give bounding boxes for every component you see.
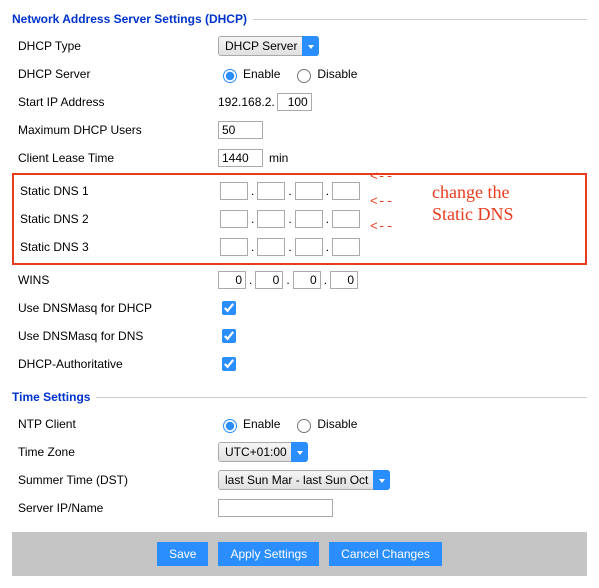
wins-octet-2[interactable] — [255, 271, 283, 289]
lease-input[interactable] — [218, 149, 263, 167]
max-users-input[interactable] — [218, 121, 263, 139]
dns1-octet-4[interactable] — [332, 182, 360, 200]
dns2-octet-3[interactable] — [295, 210, 323, 228]
server-ip-input[interactable] — [218, 499, 333, 517]
dhcp-auth-label: DHCP-Authoritative — [12, 357, 218, 371]
dnsmasq-dhcp-checkbox[interactable] — [222, 301, 236, 315]
dns2-octet-2[interactable] — [257, 210, 285, 228]
lease-unit: min — [269, 151, 288, 165]
tz-select[interactable]: UTC+01:00 — [218, 442, 308, 462]
annotation-arrow-2: <-- — [370, 194, 393, 209]
time-section-title: Time Settings — [12, 390, 90, 404]
wins-octet-4[interactable] — [330, 271, 358, 289]
dns3-octet-4[interactable] — [332, 238, 360, 256]
cancel-changes-button[interactable]: Cancel Changes — [329, 542, 442, 566]
ntp-enable-radio[interactable] — [223, 419, 237, 433]
ntp-disable-radio[interactable] — [297, 419, 311, 433]
save-button[interactable]: Save — [157, 542, 208, 566]
dhcp-server-disable-radio[interactable] — [297, 69, 311, 83]
start-ip-label: Start IP Address — [12, 95, 218, 109]
dnsmasq-dhcp-label: Use DNSMasq for DHCP — [12, 301, 218, 315]
dnsmasq-dns-label: Use DNSMasq for DNS — [12, 329, 218, 343]
dhcp-type-select[interactable]: DHCP Server — [218, 36, 319, 56]
wins-label: WINS — [12, 273, 218, 287]
dst-select[interactable]: last Sun Mar - last Sun Oct — [218, 470, 390, 490]
dns1-octet-2[interactable] — [257, 182, 285, 200]
dns3-octet-3[interactable] — [295, 238, 323, 256]
dns1-label: Static DNS 1 — [14, 184, 220, 198]
max-users-label: Maximum DHCP Users — [12, 123, 218, 137]
tz-label: Time Zone — [12, 445, 218, 459]
dhcp-type-label: DHCP Type — [12, 39, 218, 53]
lease-label: Client Lease Time — [12, 151, 218, 165]
dhcp-server-label: DHCP Server — [12, 67, 218, 81]
annotation-arrow-3: <-- — [370, 219, 393, 234]
annotation-text: change the Static DNS — [432, 182, 514, 225]
dhcp-section-title: Network Address Server Settings (DHCP) — [12, 12, 247, 26]
dns3-octet-2[interactable] — [257, 238, 285, 256]
button-bar: Save Apply Settings Cancel Changes — [12, 532, 587, 576]
dhcp-auth-checkbox[interactable] — [222, 357, 236, 371]
wins-octet-1[interactable] — [218, 271, 246, 289]
dns3-octet-1[interactable] — [220, 238, 248, 256]
dns2-octet-4[interactable] — [332, 210, 360, 228]
ntp-label: NTP Client — [12, 417, 218, 431]
apply-settings-button[interactable]: Apply Settings — [218, 542, 319, 566]
dns2-label: Static DNS 2 — [14, 212, 220, 226]
dhcp-server-enable-radio[interactable] — [223, 69, 237, 83]
dns2-octet-1[interactable] — [220, 210, 248, 228]
dns1-octet-3[interactable] — [295, 182, 323, 200]
dst-label: Summer Time (DST) — [12, 473, 218, 487]
server-ip-label: Server IP/Name — [12, 501, 218, 515]
dns3-label: Static DNS 3 — [14, 240, 220, 254]
dnsmasq-dns-checkbox[interactable] — [222, 329, 236, 343]
annotation-arrow-1: <-- — [370, 169, 393, 184]
dns1-octet-1[interactable] — [220, 182, 248, 200]
wins-octet-3[interactable] — [293, 271, 321, 289]
start-ip-last-octet[interactable] — [277, 93, 312, 111]
start-ip-prefix: 192.168.2. — [218, 95, 275, 109]
